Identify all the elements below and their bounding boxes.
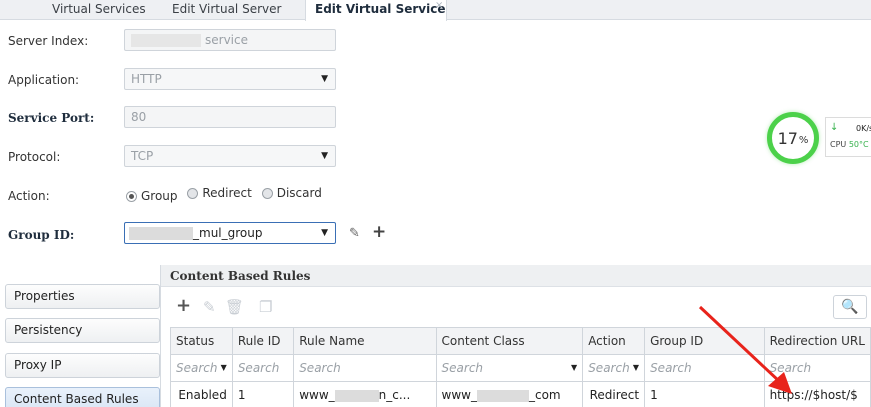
arrow-down-icon: ↓ — [830, 122, 839, 133]
server-index-field[interactable]: service — [124, 29, 336, 51]
group-id-select[interactable]: _mul_group ▼ — [124, 222, 336, 244]
server-index-label: Server Index: — [8, 34, 89, 48]
radio-icon — [261, 187, 273, 199]
search-button[interactable]: 🔍 — [833, 295, 867, 319]
net-speed: 0K/s — [856, 124, 871, 133]
col-content-class[interactable]: Content Class — [435, 327, 584, 355]
tab-bar: Virtual Services Edit Virtual Server Edi… — [0, 0, 871, 21]
redacted-text — [476, 389, 529, 402]
filter-group-id[interactable]: Search — [644, 354, 765, 382]
nav-content-based-rules[interactable]: Content Based Rules — [5, 387, 160, 407]
chevron-down-icon: ▼ — [321, 74, 328, 84]
table-header: Status Rule ID Rule Name Content Class A… — [170, 327, 871, 355]
nav-persistency[interactable]: Persistency — [5, 318, 160, 343]
cpu-percent-unit: % — [798, 134, 809, 146]
service-port-field[interactable]: 80 — [124, 106, 336, 128]
tab-edit-virtual-service[interactable]: Edit Virtual Service × — [305, 0, 447, 21]
chevron-down-icon: ▼ — [321, 151, 328, 161]
tab-virtual-services[interactable]: Virtual Services — [52, 0, 146, 20]
plus-icon[interactable]: + — [372, 222, 386, 242]
filter-rule-id[interactable]: Search — [231, 354, 295, 382]
tab-edit-virtual-server[interactable]: Edit Virtual Server — [172, 0, 281, 20]
cpu-info-box: ↓ 0K/s CPU 50°C — [825, 117, 871, 157]
redacted-text — [131, 34, 201, 47]
radio-discard[interactable]: Discard — [261, 186, 322, 200]
server-index-value: service — [205, 33, 248, 47]
cell-rule-name: www_ n_c... — [293, 381, 437, 407]
col-action[interactable]: Action — [582, 327, 646, 355]
application-value: HTTP — [131, 72, 162, 86]
nav-properties[interactable]: Properties — [5, 284, 160, 309]
col-redirection-url[interactable]: Redirection URL — [763, 327, 871, 355]
filter-row: Search ▼ Search Search Search ▼ Search ▼ Se… — [170, 354, 871, 382]
application-select[interactable]: HTTP ▼ — [124, 68, 336, 90]
filter-status[interactable]: Search ▼ — [170, 354, 233, 382]
nav-proxy-ip[interactable]: Proxy IP — [5, 353, 160, 378]
action-radio-group: Group Redirect Discard — [126, 186, 328, 203]
close-icon[interactable]: × — [435, 0, 443, 15]
redacted-text — [334, 389, 379, 402]
filter-rule-name[interactable]: Search — [293, 354, 437, 382]
cpu-percent: 17 — [777, 128, 798, 148]
edit-rule-icon[interactable]: ✎ — [203, 298, 216, 316]
cell-content-class: www_ _com — [435, 381, 584, 407]
trash-icon[interactable]: 🗑 — [225, 298, 244, 316]
col-rule-id[interactable]: Rule ID — [231, 327, 295, 355]
cell-group-id: 1 — [644, 381, 765, 407]
cpu-gauge: 17% — [767, 112, 819, 164]
cell-rule-id: 1 — [231, 381, 295, 407]
radio-icon — [187, 187, 199, 199]
filter-content-class[interactable]: Search ▼ — [435, 354, 584, 382]
redacted-text — [129, 227, 193, 240]
col-group-id[interactable]: Group ID — [644, 327, 765, 355]
protocol-value: TCP — [131, 149, 154, 163]
add-rule-icon[interactable]: + — [176, 295, 191, 316]
radio-group[interactable]: Group — [126, 189, 178, 203]
filter-action[interactable]: Search ▼ — [582, 354, 646, 382]
group-id-label: Group ID: — [8, 228, 75, 242]
col-status[interactable]: Status — [170, 327, 233, 355]
protocol-select[interactable]: TCP ▼ — [124, 145, 336, 167]
chevron-down-icon: ▼ — [220, 363, 227, 372]
filter-redirection-url[interactable]: Search — [763, 354, 871, 382]
col-rule-name[interactable]: Rule Name — [293, 327, 437, 355]
table-row[interactable]: Enabled 1 www_ n_c... www_ _com Redirect 1… — [170, 381, 871, 407]
cell-action: Redirect — [582, 381, 646, 407]
chevron-down-icon: ▼ — [571, 363, 578, 372]
chevron-down-icon: ▼ — [632, 363, 640, 372]
group-id-value: _mul_group — [193, 226, 263, 240]
application-label: Application: — [8, 73, 80, 87]
protocol-label: Protocol: — [8, 150, 61, 164]
action-label: Action: — [8, 189, 50, 203]
cell-redirection-url: https://$host/$ — [763, 381, 871, 407]
cell-status: Enabled — [170, 381, 233, 407]
copy-icon[interactable]: ❐ — [259, 298, 272, 316]
radio-redirect[interactable]: Redirect — [187, 186, 252, 200]
service-port-value: 80 — [131, 110, 147, 124]
tab-label: Edit Virtual Service — [315, 2, 446, 16]
pencil-icon[interactable]: ✎ — [349, 226, 360, 241]
cpu-temp-line: CPU 50°C — [830, 140, 869, 149]
cbr-panel-title: Content Based Rules — [161, 265, 871, 287]
service-port-label: Service Port: — [8, 111, 95, 125]
chevron-down-icon: ▼ — [321, 228, 328, 238]
radio-icon — [126, 190, 137, 202]
search-icon: 🔍 — [841, 299, 859, 315]
cbr-table: Status Rule ID Rule Name Content Class A… — [170, 327, 871, 407]
